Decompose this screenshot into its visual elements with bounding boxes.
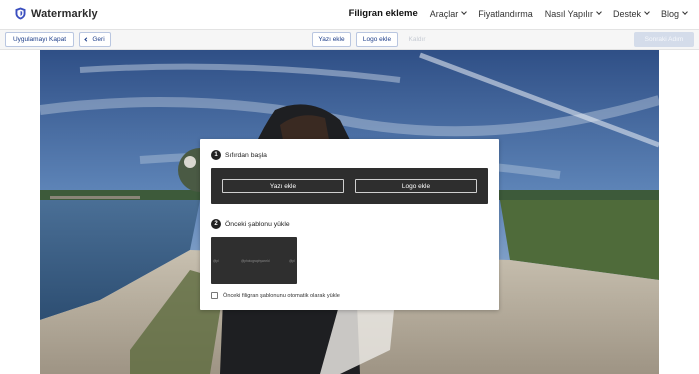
nav-label: Fiyatlandırma [478, 8, 533, 19]
chevron-left-icon [84, 37, 89, 42]
auto-load-checkbox[interactable] [211, 292, 218, 299]
nav-item-support[interactable]: Destek [612, 8, 650, 19]
nav-item-how-to[interactable]: Nasıl Yapılır [544, 8, 602, 19]
nav-label: Nasıl Yapılır [544, 8, 593, 19]
delete-button[interactable]: Kaldır [404, 32, 430, 47]
start-dialog: 1 Sıfırdan başla Yazı ekle Logo ekle 2 Ö… [200, 139, 499, 310]
modal-add-logo-button[interactable]: Logo ekle [355, 179, 477, 193]
main-nav: Filigran ekleme Araçlar Fiyatlandırma Na… [337, 8, 688, 19]
editor-toolbar: Uygulamayı Kapat Geri Yazı ekle Logo ekl… [0, 29, 699, 50]
step-label: Sıfırdan başla [225, 151, 267, 159]
nav-item-pricing[interactable]: Fiyatlandırma [478, 9, 533, 19]
step-start-from-scratch: 1 Sıfırdan başla [211, 150, 267, 160]
previous-template-thumbnail[interactable]: @photographyworld @pl @pl [211, 237, 297, 284]
shield-logo-icon [15, 7, 26, 20]
step-number: 2 [211, 219, 221, 229]
nav-label: Araçlar [429, 8, 459, 19]
next-step-button[interactable]: Sonraki Adım [634, 32, 694, 47]
nav-item-add-watermark[interactable]: Filigran ekleme [349, 8, 418, 19]
template-watermark-corner: @pl [213, 259, 219, 263]
nav-item-blog[interactable]: Blog [660, 8, 688, 19]
template-watermark-corner: @pl [289, 259, 295, 263]
start-options-panel: Yazı ekle Logo ekle [211, 168, 488, 204]
nav-label: Blog [660, 8, 679, 19]
brand-name: Watermarkly [31, 7, 98, 20]
nav-label: Filigran ekleme [348, 8, 418, 19]
auto-load-label: Önceki filigran şablonunu otomatik olara… [223, 292, 340, 299]
chevron-down-icon [596, 9, 602, 15]
back-label: Geri [92, 36, 105, 43]
chevron-down-icon [644, 9, 650, 15]
auto-load-option[interactable]: Önceki filigran şablonunu otomatik olara… [211, 292, 340, 299]
step-label: Önceki şablonu yükle [225, 220, 290, 228]
chevron-down-icon [461, 9, 468, 15]
modal-add-text-button[interactable]: Yazı ekle [222, 179, 344, 193]
add-text-button[interactable]: Yazı ekle [312, 32, 351, 47]
brand[interactable]: Watermarkly [15, 7, 98, 20]
step-number: 1 [211, 150, 221, 160]
nav-item-tools[interactable]: Araçlar [429, 8, 468, 19]
close-app-button[interactable]: Uygulamayı Kapat [5, 32, 74, 47]
top-header: Watermarkly Filigran ekleme Araçlar Fiya… [0, 0, 699, 29]
nav-label: Destek [612, 8, 641, 19]
step-load-template: 2 Önceki şablonu yükle [211, 219, 290, 229]
chevron-down-icon [682, 9, 688, 15]
template-watermark-text: @photographyworld [241, 259, 270, 263]
add-logo-button[interactable]: Logo ekle [356, 32, 398, 47]
back-button[interactable]: Geri [79, 32, 111, 47]
